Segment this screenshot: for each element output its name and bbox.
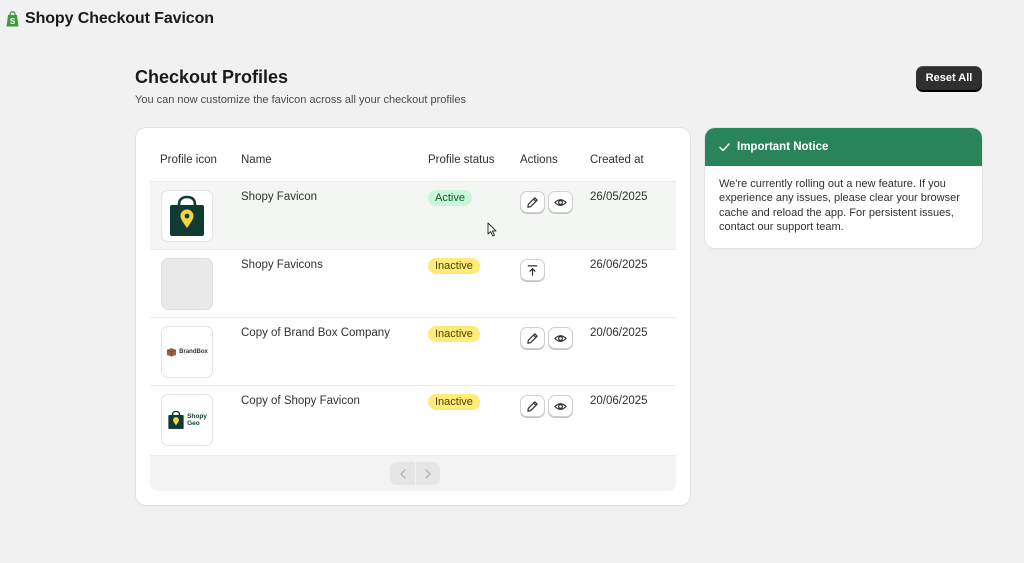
mouse-cursor-icon <box>487 222 497 237</box>
table-row[interactable]: BrandBox Copy of Brand Box Company Inact… <box>150 317 676 385</box>
profile-name: Copy of Brand Box Company <box>241 327 390 339</box>
notice-header: Important Notice <box>705 128 982 166</box>
shopy-geo-logo-line2: Geo <box>187 420 200 427</box>
status-badge: Inactive <box>428 326 480 342</box>
edit-icon <box>527 332 538 344</box>
app-header: S Shopy Checkout Favicon <box>6 10 214 28</box>
chevron-right-icon <box>425 468 431 479</box>
status-badge: Inactive <box>428 258 480 274</box>
page-heading: Checkout Profiles You can now customize … <box>135 67 466 106</box>
box-icon <box>166 348 177 357</box>
table-row[interactable]: Shopy Geo Copy of Shopy Favicon Inactive… <box>150 385 676 453</box>
notice-title: Important Notice <box>737 141 829 153</box>
edit-button[interactable] <box>520 191 545 213</box>
view-icon <box>554 198 567 206</box>
profile-name: Shopy Favicons <box>241 259 323 271</box>
created-date: 26/06/2025 <box>590 259 648 271</box>
profiles-table-card: Profile icon Name Profile status Actions… <box>136 128 690 505</box>
table-row[interactable]: Shopy Favicons Inactive 26/06/2025 <box>150 249 676 317</box>
header-profile-icon: Profile icon <box>160 154 217 166</box>
table-row[interactable]: Shopy Favicon Active 26/05/2025 <box>150 181 676 249</box>
header-created-at: Created at <box>590 154 644 166</box>
profile-thumbnail: BrandBox <box>161 326 213 378</box>
brandbox-logo-text: BrandBox <box>179 349 208 355</box>
green-map-pin-bag-icon <box>168 410 184 429</box>
svg-text:S: S <box>10 17 16 26</box>
shopy-geo-logo: Shopy Geo <box>167 410 207 430</box>
important-notice-card: Important Notice We're currently rolling… <box>705 128 982 248</box>
edit-icon <box>527 196 538 208</box>
notice-body: We're currently rolling out a new featur… <box>719 178 960 234</box>
created-date: 26/05/2025 <box>590 191 648 203</box>
table-header: Profile icon Name Profile status Actions… <box>150 150 676 182</box>
app-title: Shopy Checkout Favicon <box>25 10 214 27</box>
header-name: Name <box>241 154 272 166</box>
upload-icon <box>527 264 538 276</box>
page-subtitle: You can now customize the favicon across… <box>135 94 466 106</box>
status-badge: Active <box>428 190 472 206</box>
view-button[interactable] <box>548 327 573 349</box>
edit-button[interactable] <box>520 327 545 349</box>
chevron-left-icon <box>399 468 406 479</box>
previous-page-button[interactable] <box>390 462 415 485</box>
green-map-pin-bag-icon <box>170 195 204 236</box>
checkmark-icon <box>719 142 730 151</box>
profile-thumbnail-placeholder <box>161 258 213 310</box>
created-date: 20/06/2025 <box>590 395 648 407</box>
created-date: 20/06/2025 <box>590 327 648 339</box>
header-profile-status: Profile status <box>428 154 495 166</box>
view-button[interactable] <box>548 191 573 213</box>
view-button[interactable] <box>548 395 573 417</box>
upload-button[interactable] <box>520 259 545 281</box>
header-actions: Actions <box>520 154 558 166</box>
shopy-geo-logo-line1: Shopy <box>187 413 207 420</box>
next-page-button[interactable] <box>415 462 440 485</box>
view-icon <box>554 334 567 342</box>
table-footer <box>150 455 676 491</box>
profile-thumbnail: Shopy Geo <box>161 394 213 446</box>
page-title: Checkout Profiles <box>135 67 289 87</box>
status-badge: Inactive <box>428 394 480 410</box>
edit-icon <box>527 400 538 412</box>
pagination <box>390 462 440 485</box>
shopify-bag-icon: S <box>6 11 19 27</box>
view-icon <box>554 402 567 410</box>
profile-name: Copy of Shopy Favicon <box>241 395 360 407</box>
profile-name: Shopy Favicon <box>241 191 318 203</box>
profile-thumbnail <box>161 190 213 242</box>
edit-button[interactable] <box>520 395 545 417</box>
brandbox-logo: BrandBox <box>166 347 208 357</box>
reset-all-button[interactable]: Reset All <box>916 66 982 90</box>
